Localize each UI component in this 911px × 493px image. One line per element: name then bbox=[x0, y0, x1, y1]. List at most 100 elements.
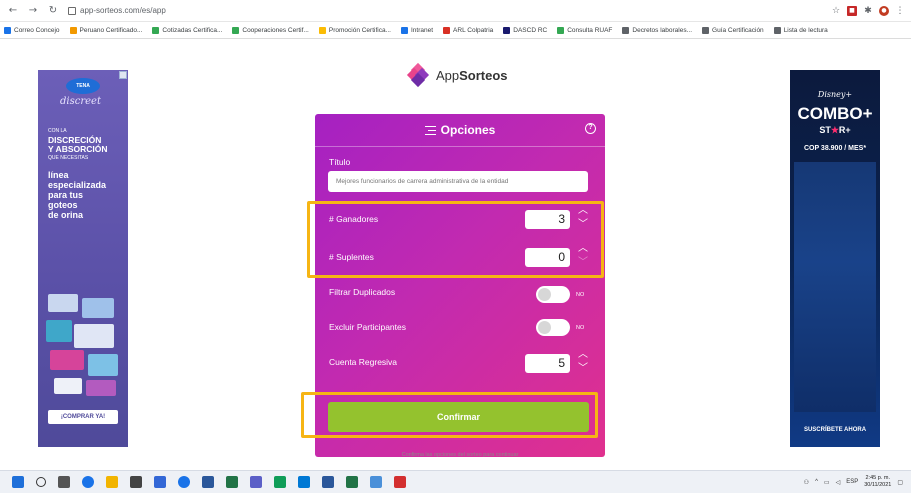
extension-icon[interactable]: ■ bbox=[847, 5, 857, 16]
ad-text: CON LA bbox=[48, 128, 67, 134]
options-header: Opciones bbox=[315, 120, 605, 140]
chevron-up-icon[interactable]: ︿ bbox=[577, 350, 589, 360]
confirm-button[interactable]: Confirmar bbox=[328, 402, 589, 432]
outlook-icon[interactable] bbox=[298, 476, 310, 488]
options-card: Opciones ? Título Mejores funcionarios d… bbox=[315, 114, 605, 457]
volume-icon[interactable]: ◁ bbox=[836, 479, 841, 486]
help-icon[interactable]: ? bbox=[585, 123, 596, 134]
bookmark-item[interactable]: Intranet bbox=[401, 26, 433, 34]
notifications-icon[interactable]: ▢ bbox=[897, 479, 903, 486]
calculator-icon[interactable] bbox=[130, 476, 142, 488]
app-icon[interactable] bbox=[370, 476, 382, 488]
address-bar[interactable]: app-sorteos.com/es/app bbox=[68, 3, 808, 19]
countdown-input[interactable]: 5 bbox=[525, 354, 570, 373]
windows-taskbar: ⚇ ^ ▭ ◁ ESP 2:45 p. m. 30/11/2021 ▢ bbox=[0, 470, 911, 493]
ad-text: de orina bbox=[48, 210, 84, 220]
ad-headline: COMBO+ bbox=[797, 104, 873, 123]
bookmark-favicon-icon bbox=[503, 26, 511, 34]
exclude-participants-toggle[interactable] bbox=[536, 319, 570, 336]
ad-brand-logo: Disney+ bbox=[817, 90, 853, 99]
file-explorer-icon[interactable] bbox=[106, 476, 118, 488]
task-view-icon[interactable] bbox=[58, 476, 70, 488]
chevron-down-icon[interactable]: ﹀ bbox=[577, 258, 589, 268]
exclude-participants-state: NO bbox=[576, 325, 585, 331]
back-icon[interactable]: ← bbox=[6, 4, 20, 18]
app-icon[interactable] bbox=[154, 476, 166, 488]
chevron-down-icon[interactable]: ﹀ bbox=[577, 364, 589, 374]
right-advertisement[interactable]: Disney+ COMBO+ ST★R+ COP 38.900 / MES* S… bbox=[790, 70, 880, 447]
bookmark-favicon-icon bbox=[443, 26, 451, 34]
title-input[interactable]: Mejores funcionarios de carrera administ… bbox=[328, 171, 588, 192]
ad-text: especializada bbox=[48, 180, 107, 190]
puzzle-extensions-icon[interactable]: ✱ bbox=[863, 6, 873, 16]
ad-buy-button[interactable]: ¡COMPRAR YA! bbox=[48, 410, 118, 424]
ad-subscribe-button[interactable]: SUSCRÍBETE AHORA bbox=[790, 427, 880, 433]
star-bookmark-icon[interactable]: ☆ bbox=[831, 6, 841, 16]
url-text[interactable]: app-sorteos.com/es/app bbox=[80, 6, 166, 15]
network-icon[interactable]: ▭ bbox=[824, 479, 830, 486]
windows-start-icon[interactable] bbox=[12, 476, 24, 488]
ad-script-text: discreet bbox=[60, 96, 101, 107]
system-clock[interactable]: 2:45 p. m. 30/11/2021 bbox=[864, 475, 891, 489]
bookmark-item[interactable]: Correo Concejo bbox=[4, 26, 60, 34]
title-label: Título bbox=[329, 157, 351, 167]
people-icon[interactable]: ⚇ bbox=[804, 479, 809, 486]
tray-chevron-icon[interactable]: ^ bbox=[815, 479, 818, 485]
bookmark-item[interactable]: Cooperaciones Certif... bbox=[232, 26, 309, 34]
bookmark-favicon-icon bbox=[622, 26, 630, 34]
app-icon[interactable] bbox=[226, 476, 238, 488]
ie-browser-icon[interactable] bbox=[178, 476, 190, 488]
language-indicator[interactable]: ESP bbox=[846, 479, 858, 485]
substitutes-input[interactable]: 0 bbox=[525, 248, 570, 267]
app-icon[interactable] bbox=[274, 476, 286, 488]
bookmark-favicon-icon bbox=[69, 26, 77, 34]
left-advertisement[interactable]: TENA discreet CON LA DISCRECIÓN Y ABSORC… bbox=[38, 70, 128, 447]
list-options-icon bbox=[424, 125, 436, 135]
bookmark-favicon-icon bbox=[702, 26, 710, 34]
browser-menu-icon[interactable]: ⋮ bbox=[895, 6, 905, 16]
chevron-up-icon[interactable]: ︿ bbox=[577, 206, 589, 216]
countdown-stepper[interactable]: ︿ ﹀ bbox=[577, 350, 589, 376]
browser-toolbar: ← → ↻ app-sorteos.com/es/app ☆ ■ ✱ ● ⋮ bbox=[0, 0, 911, 22]
ad-brand-logo: TENA bbox=[66, 78, 100, 94]
word-icon[interactable] bbox=[322, 476, 334, 488]
star-icon: ★ bbox=[830, 125, 839, 135]
ad-text: Y ABSORCIÓN bbox=[48, 144, 108, 154]
chevron-up-icon[interactable]: ︿ bbox=[577, 244, 589, 254]
bookmark-item[interactable]: Promoción Certifica... bbox=[318, 26, 391, 34]
pdf-reader-icon[interactable] bbox=[394, 476, 406, 488]
ad-text: QUE NECESITAS bbox=[48, 155, 89, 161]
bookmark-favicon-icon bbox=[557, 26, 565, 34]
profile-avatar-icon[interactable]: ● bbox=[879, 5, 889, 16]
reload-icon[interactable]: ↻ bbox=[46, 4, 60, 18]
appsorteos-logo-icon bbox=[406, 62, 430, 88]
edge-browser-icon[interactable] bbox=[82, 476, 94, 488]
ad-choices-icon[interactable] bbox=[119, 71, 127, 79]
bookmark-item[interactable]: Cotizadas Certifica... bbox=[152, 26, 222, 34]
winners-stepper[interactable]: ︿ ﹀ bbox=[577, 206, 589, 232]
forward-icon[interactable]: → bbox=[26, 4, 40, 18]
ad-poster-mosaic bbox=[794, 162, 876, 412]
bookmark-item[interactable]: Guía Certificación bbox=[702, 26, 764, 34]
bookmark-favicon-icon bbox=[401, 26, 408, 34]
teams-icon[interactable] bbox=[250, 476, 262, 488]
bookmark-item[interactable]: Decretos laborales... bbox=[622, 26, 692, 34]
bookmark-item[interactable]: Peruano Certificado... bbox=[69, 26, 142, 34]
bookmark-item[interactable]: Lista de lectura bbox=[773, 26, 828, 34]
substitutes-label: # Suplentes bbox=[329, 252, 374, 262]
app-logo[interactable]: AppSorteos bbox=[406, 62, 508, 88]
bookmark-item[interactable]: DASCD RC bbox=[503, 26, 547, 34]
excel-icon[interactable] bbox=[346, 476, 358, 488]
countdown-label: Cuenta Regresiva bbox=[329, 357, 398, 367]
bookmark-favicon-icon bbox=[232, 26, 240, 34]
chevron-down-icon[interactable]: ﹀ bbox=[577, 220, 589, 230]
winners-input[interactable]: 3 bbox=[525, 210, 570, 229]
bookmark-item[interactable]: Consulta RUAF bbox=[557, 26, 612, 34]
bookmark-item[interactable]: ARL Colpatria bbox=[443, 26, 493, 34]
ad-star-logo: ST★R+ bbox=[819, 125, 851, 135]
exclude-participants-label: Excluir Participantes bbox=[329, 322, 407, 332]
substitutes-stepper[interactable]: ︿ ﹀ bbox=[577, 244, 589, 270]
filter-duplicates-toggle[interactable] bbox=[536, 286, 570, 303]
app-icon[interactable] bbox=[202, 476, 214, 488]
search-icon[interactable] bbox=[36, 477, 46, 487]
